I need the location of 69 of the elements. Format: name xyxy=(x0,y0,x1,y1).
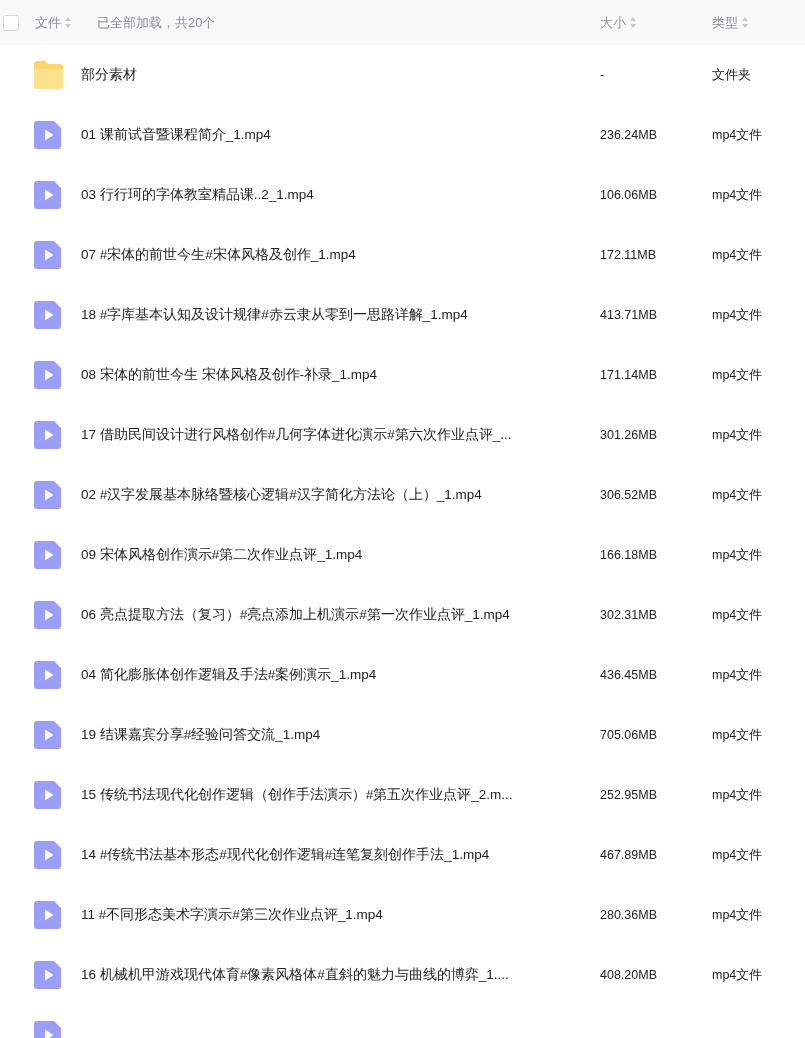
file-size: - xyxy=(600,68,606,82)
file-type: mp4文件 xyxy=(712,426,764,444)
file-type: mp4文件 xyxy=(712,846,764,864)
file-size: 467.89MB xyxy=(600,848,658,862)
file-type: mp4文件 xyxy=(712,366,764,384)
file-type: mp4文件 xyxy=(712,246,764,264)
file-name[interactable]: 02 #汉字发展基本脉络暨核心逻辑#汉字简化方法论（上）_1.mp4 xyxy=(81,486,600,504)
sort-icon[interactable] xyxy=(65,17,71,28)
file-size: 106.06MB xyxy=(600,188,658,202)
file-type: mp4文件 xyxy=(712,966,764,984)
file-size: 705.06MB xyxy=(600,728,658,742)
file-name[interactable]: 部分素材 xyxy=(81,66,600,84)
file-name[interactable]: 09 宋体风格创作演示#第二次作业点评_1.mp4 xyxy=(81,546,600,564)
file-type: mp4文件 xyxy=(712,306,764,324)
video-file-icon xyxy=(33,420,64,450)
file-type: mp4文件 xyxy=(712,726,764,744)
file-size: 408.20MB xyxy=(600,968,658,982)
file-type: mp4文件 xyxy=(712,666,764,684)
file-type: mp4文件 xyxy=(712,906,764,924)
video-file-icon xyxy=(33,900,64,930)
file-size: 252.95MB xyxy=(600,788,658,802)
video-file-icon xyxy=(33,660,64,690)
file-name[interactable]: 17 借助民间设计进行风格创作#几何字体进化演示#第六次作业点评_... xyxy=(81,426,600,444)
file-name[interactable]: 06 亮点提取方法（复习）#亮点添加上机演示#第一次作业点评_1.mp4 xyxy=(81,606,600,624)
file-type: mp4文件 xyxy=(712,546,764,564)
video-file-icon xyxy=(33,240,64,270)
video-file-icon xyxy=(33,960,64,990)
file-name[interactable]: 16 机械机甲游戏现代体育#像素风格体#直斜的魅力与曲线的博弈_1.... xyxy=(81,966,600,984)
file-size: 301.26MB xyxy=(600,428,658,442)
file-name[interactable]: 03 行行珂的字体教室精品课..2_1.mp4 xyxy=(81,186,600,204)
file-size: 306.52MB xyxy=(600,488,658,502)
sort-icon[interactable] xyxy=(630,17,636,28)
file-name[interactable]: 01 课前试音暨课程简介_1.mp4 xyxy=(81,126,600,144)
file-name[interactable]: 04 简化膨胀体创作逻辑及手法#案例演示_1.mp4 xyxy=(81,666,600,684)
select-all-checkbox[interactable] xyxy=(3,14,19,31)
file-name[interactable]: 08 宋体的前世今生 宋体风格及创作-补录_1.mp4 xyxy=(81,366,600,384)
file-type: mp4文件 xyxy=(712,186,764,204)
video-file-icon xyxy=(33,720,64,750)
file-type: 文件夹 xyxy=(712,66,752,84)
file-type: mp4文件 xyxy=(712,606,764,624)
file-size: 172.11MB xyxy=(600,248,658,262)
file-size: 302.31MB xyxy=(600,608,658,622)
video-file-icon xyxy=(33,360,64,390)
file-size: 413.71MB xyxy=(600,308,658,322)
file-size: 166.18MB xyxy=(600,548,658,562)
file-type: mp4文件 xyxy=(712,126,764,144)
file-type: mp4文件 xyxy=(712,486,764,504)
file-size: 436.45MB xyxy=(600,668,658,682)
file-name[interactable]: 11 #不同形态美术字演示#第三次作业点评_1.mp4 xyxy=(81,906,600,924)
video-file-icon xyxy=(33,180,64,210)
video-file-icon xyxy=(33,780,64,810)
video-file-icon xyxy=(33,120,64,150)
video-file-icon xyxy=(33,480,64,510)
file-name[interactable]: 14 #传统书法基本形态#现代化创作逻辑#连笔复刻创作手法_1.mp4 xyxy=(81,846,600,864)
file-type: mp4文件 xyxy=(712,786,764,804)
file-name[interactable]: 18 #字库基本认知及设计规律#赤云隶从零到一思路详解_1.mp4 xyxy=(81,306,600,324)
file-size: 280.36MB xyxy=(600,908,658,922)
file-size: 171.14MB xyxy=(600,368,658,382)
load-status: 已全部加载，共20个 xyxy=(97,13,216,32)
folder-icon xyxy=(33,60,64,90)
video-file-icon xyxy=(33,300,64,330)
file-name[interactable]: 07 #宋体的前世今生#宋体风格及创作_1.mp4 xyxy=(81,246,600,264)
video-file-icon xyxy=(33,600,64,630)
file-size: 236.24MB xyxy=(600,128,658,142)
sort-icon[interactable] xyxy=(742,17,748,28)
file-name[interactable]: 19 结课嘉宾分享#经验问答交流_1.mp4 xyxy=(81,726,600,744)
file-name[interactable]: 15 传统书法现代化创作逻辑（创作手法演示）#第五次作业点评_2.m... xyxy=(81,786,600,804)
video-file-icon xyxy=(33,540,64,570)
video-file-icon xyxy=(33,840,64,870)
